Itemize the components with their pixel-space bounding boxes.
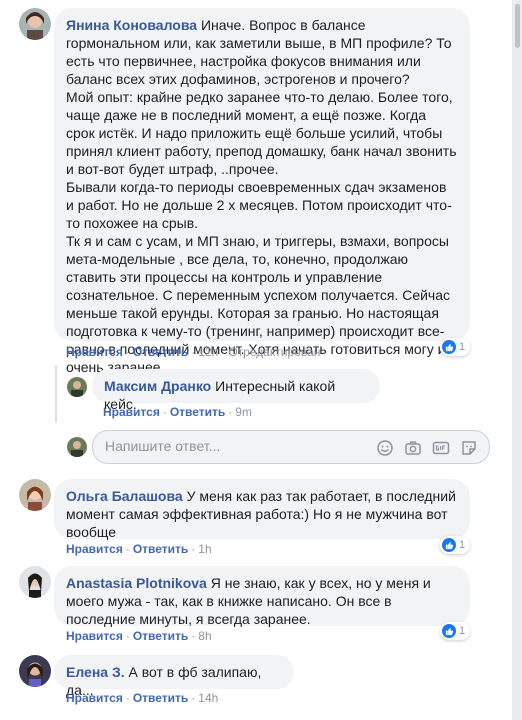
avatar[interactable] <box>19 479 51 511</box>
current-user-avatar <box>67 437 87 457</box>
comment-time[interactable]: 14h <box>198 691 218 705</box>
scrollbar[interactable] <box>513 0 522 720</box>
comment-actions: Нравится · Ответить · 9m <box>103 405 252 419</box>
comment-bubble: Максим Дранко Интересный какой кейс. <box>92 369 380 412</box>
separator: · <box>228 405 233 419</box>
separator: · <box>125 345 130 359</box>
avatar[interactable] <box>19 566 51 598</box>
comment-author[interactable]: Ольга Балашова <box>66 488 183 504</box>
edited-label[interactable]: Отредактирован <box>228 345 320 359</box>
gif-icon[interactable] <box>432 439 450 457</box>
reply-thread-line <box>55 366 57 422</box>
scrollbar-thumb[interactable] <box>515 4 520 48</box>
reply-link[interactable]: Ответить <box>133 629 188 643</box>
reaction-count[interactable]: 1 <box>440 622 471 640</box>
comment-bubble: Ольга Балашова У меня как раз так работа… <box>54 479 470 540</box>
comment-author[interactable]: Anastasia Plotnikova <box>66 575 207 591</box>
camera-icon[interactable] <box>404 439 422 457</box>
like-icon <box>442 538 456 552</box>
reaction-number: 1 <box>459 625 466 637</box>
comment-author[interactable]: Максим Дранко <box>104 378 211 394</box>
comment-time[interactable]: 8h <box>198 629 211 643</box>
like-icon <box>442 340 456 354</box>
comment-actions: Нравится · Ответить · 14h <box>66 691 218 705</box>
reply-link[interactable]: Ответить <box>133 542 188 556</box>
emoji-icon[interactable] <box>376 439 394 457</box>
like-link[interactable]: Нравится <box>66 542 123 556</box>
comment-actions: Нравится · Ответить · 12h · Отредактирован <box>66 345 320 359</box>
separator: · <box>191 629 196 643</box>
reply-link[interactable]: Ответить <box>170 405 225 419</box>
comments-panel: Янина Коновалова Иначе. Вопрос в балансе… <box>0 0 512 720</box>
reply-input[interactable] <box>103 437 337 455</box>
comment-author[interactable]: Янина Коновалова <box>66 17 197 33</box>
avatar[interactable] <box>19 655 51 687</box>
reaction-number: 1 <box>459 539 466 551</box>
like-link[interactable]: Нравится <box>103 405 160 419</box>
comment-bubble: Anastasia Plotnikova Я не знаю, как у вс… <box>54 566 470 627</box>
like-link[interactable]: Нравится <box>66 629 123 643</box>
separator: · <box>221 345 226 359</box>
comment-author[interactable]: Елена З. <box>66 664 125 680</box>
separator: · <box>191 691 196 705</box>
reply-link[interactable]: Ответить <box>133 345 188 359</box>
separator: · <box>162 405 167 419</box>
avatar[interactable] <box>67 377 87 397</box>
comment-time[interactable]: 9m <box>235 405 252 419</box>
separator: · <box>125 542 130 556</box>
comment-actions: Нравится · Ответить · 8h <box>66 629 212 643</box>
comment-bubble: Елена З. А вот в фб залипаю, да... <box>54 655 294 698</box>
comment-text: Иначе. Вопрос в балансе гормональном или… <box>66 17 457 375</box>
like-link[interactable]: Нравится <box>66 345 123 359</box>
separator: · <box>125 691 130 705</box>
separator: · <box>191 345 196 359</box>
reaction-count[interactable]: 1 <box>440 338 471 356</box>
separator: · <box>191 542 196 556</box>
reply-link[interactable]: Ответить <box>133 691 188 705</box>
separator: · <box>125 629 130 643</box>
comment-bubble: Янина Коновалова Иначе. Вопрос в балансе… <box>54 8 470 375</box>
comment-time[interactable]: 12h <box>198 345 218 359</box>
sticker-icon[interactable] <box>460 439 478 457</box>
avatar[interactable] <box>19 8 51 40</box>
like-icon <box>442 624 456 638</box>
reaction-number: 1 <box>459 341 466 353</box>
reply-input-box <box>92 430 490 464</box>
comment-actions: Нравится · Ответить · 1h <box>66 542 212 556</box>
comment-time[interactable]: 1h <box>198 542 211 556</box>
like-link[interactable]: Нравится <box>66 691 123 705</box>
reaction-count[interactable]: 1 <box>440 536 471 554</box>
